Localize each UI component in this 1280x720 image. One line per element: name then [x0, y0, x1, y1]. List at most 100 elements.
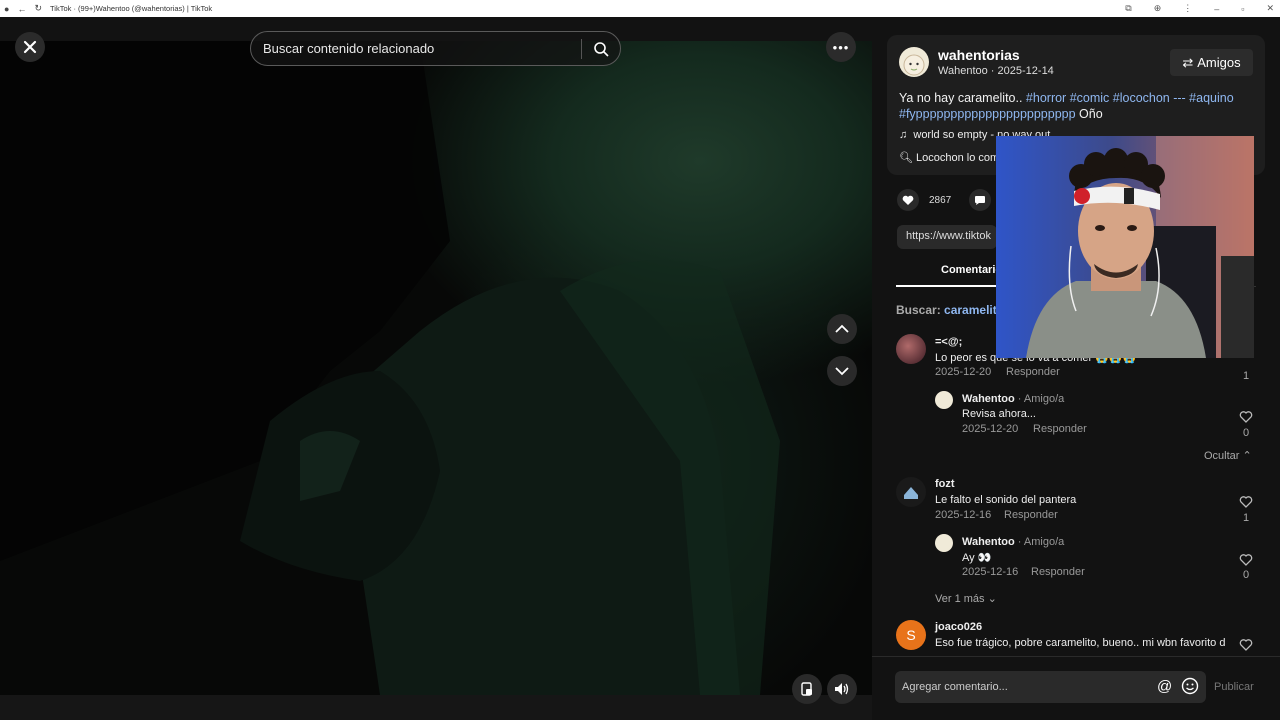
- friend-badge: · Amigo/a: [1014, 393, 1065, 405]
- close-icon: [23, 40, 37, 54]
- back-icon[interactable]: ←: [17, 4, 26, 14]
- related-text: Locochon lo com: [916, 152, 1000, 164]
- friends-label: Amigos: [1197, 55, 1241, 70]
- avatar-art: [903, 54, 925, 76]
- description-text: Ya no hay caramelito..: [899, 91, 1026, 105]
- reply-button[interactable]: Responder: [1004, 509, 1058, 521]
- volume-icon: [835, 683, 849, 695]
- music-note-icon: ♫: [899, 129, 908, 141]
- search-input[interactable]: Buscar contenido relacionado: [263, 41, 581, 56]
- swap-arrows-icon: ⇄: [1182, 54, 1194, 70]
- reply-user: Wahentoo: [962, 536, 1015, 548]
- reply-date: 2025-12-20: [962, 423, 1019, 435]
- reply-username[interactable]: Wahentoo · Amigo/a: [962, 536, 1064, 548]
- emoji-icon[interactable]: [1181, 677, 1199, 695]
- comment-date: 2025-12-20: [935, 366, 992, 378]
- maximize-button[interactable]: ▫: [1241, 4, 1244, 14]
- reply-avatar[interactable]: [935, 391, 953, 409]
- reply-text: Ay 👀: [962, 552, 992, 564]
- reply-button[interactable]: Responder: [1006, 366, 1060, 378]
- author-avatar[interactable]: [899, 47, 929, 77]
- translate-icon[interactable]: ⧉: [1125, 3, 1131, 14]
- volume-button[interactable]: [827, 674, 857, 704]
- hide-label: Ocultar: [1204, 450, 1240, 462]
- next-video-button[interactable]: [827, 356, 857, 386]
- zoom-icon[interactable]: ⊕: [1154, 3, 1162, 14]
- menu-icon[interactable]: ⋮: [1183, 3, 1192, 14]
- heart-outline-icon[interactable]: [1239, 495, 1253, 509]
- heart-outline-icon[interactable]: [1239, 553, 1253, 567]
- hashtags-line-2[interactable]: #fyppppppppppppppppppppppp: [899, 107, 1076, 121]
- reply-like-count: 0: [1242, 427, 1250, 439]
- comment-username[interactable]: =<@;: [935, 336, 962, 348]
- comment-date: 2025-12-16: [935, 509, 992, 521]
- reply-username[interactable]: Wahentoo · Amigo/a: [962, 393, 1064, 405]
- chevron-down-icon: ⌄: [987, 593, 997, 605]
- chevron-up-icon: [835, 324, 849, 333]
- commenter-avatar[interactable]: [896, 477, 926, 507]
- author-display-name: Wahentoo: [938, 65, 988, 77]
- post-actions: 2867 8: [897, 189, 1007, 211]
- video-bottom-strip: [0, 695, 872, 720]
- publish-button[interactable]: Publicar: [1214, 681, 1254, 693]
- avatar-art: [904, 487, 918, 499]
- mention-icon[interactable]: @: [1157, 678, 1172, 695]
- avatar-letter: S: [906, 627, 916, 643]
- close-player-button[interactable]: [15, 32, 45, 62]
- video-frame-art: [0, 41, 780, 695]
- close-window-button[interactable]: ✕: [1266, 3, 1274, 14]
- commenter-avatar[interactable]: S: [896, 620, 926, 650]
- reply-button[interactable]: Responder: [1031, 566, 1085, 578]
- heart-outline-icon[interactable]: [1239, 410, 1253, 424]
- webcam-overlay: [996, 136, 1254, 358]
- comment-username[interactable]: fozt: [935, 478, 955, 490]
- heart-outline-icon[interactable]: [1239, 638, 1253, 652]
- window-title: TikTok · (99+)Wahentoo (@wahentorias) | …: [49, 4, 213, 13]
- reply-date: 2025-12-16: [962, 566, 1019, 578]
- comment-like-count: 1: [1242, 370, 1250, 382]
- hashtags-line-1[interactable]: #horror #comic #locochon --- #aquino: [1026, 91, 1234, 105]
- more-options-button[interactable]: •••: [826, 32, 856, 62]
- more-label: Ver 1 más: [935, 593, 985, 605]
- tiktok-logo-icon: ●: [4, 3, 10, 14]
- footer-divider: [872, 656, 1280, 657]
- chevron-up-icon: ⌃: [1242, 450, 1252, 462]
- description-tail: Oño: [1075, 107, 1103, 121]
- comment-text: Eso fue trágico, pobre caramelito, bueno…: [935, 637, 1225, 649]
- reply-avatar[interactable]: [935, 534, 953, 552]
- pip-icon: [801, 682, 812, 696]
- reply-user: Wahentoo: [962, 393, 1015, 405]
- reply-text: Revisa ahora...: [962, 408, 1036, 420]
- commenter-avatar[interactable]: [896, 334, 926, 364]
- reply-button[interactable]: Responder: [1033, 423, 1087, 435]
- reload-icon[interactable]: ↻: [34, 3, 42, 14]
- comment-like-count: 1: [1242, 512, 1250, 524]
- related-search-link[interactable]: 🔍︎ Locochon lo com: [899, 151, 999, 164]
- share-link-field[interactable]: https://www.tiktok: [897, 225, 997, 249]
- floating-player-button[interactable]: [792, 674, 822, 704]
- streamer-image: [996, 136, 1254, 358]
- post-description: Ya no hay caramelito.. #horror #comic #l…: [899, 90, 1249, 122]
- search-prefix: Buscar:: [896, 303, 941, 317]
- previous-video-button[interactable]: [827, 314, 857, 344]
- comment-input-box[interactable]: Agregar comentario... @: [895, 671, 1206, 703]
- like-button[interactable]: [897, 189, 919, 211]
- video-player[interactable]: [0, 41, 872, 695]
- friends-button[interactable]: ⇄ Amigos: [1170, 49, 1253, 76]
- comment-search-label[interactable]: Buscar: caramelito: [896, 303, 1004, 317]
- comment-button[interactable]: [969, 189, 992, 211]
- heart-icon: [902, 195, 914, 205]
- minimize-button[interactable]: –: [1214, 4, 1219, 14]
- comment-icon: [975, 195, 986, 205]
- related-search-bar[interactable]: Buscar contenido relacionado: [250, 31, 621, 66]
- view-more-replies-button[interactable]: Ver 1 más ⌄: [935, 592, 997, 605]
- reply-like-count: 0: [1242, 569, 1250, 581]
- author-username[interactable]: wahentorias: [938, 47, 1020, 63]
- comment-text: Le falto el sonido del pantera: [935, 494, 1077, 506]
- comment-username[interactable]: joaco026: [935, 621, 982, 633]
- comment-input[interactable]: Agregar comentario...: [902, 681, 1008, 693]
- hide-replies-button[interactable]: Ocultar ⌃: [1204, 449, 1252, 462]
- search-button[interactable]: [582, 41, 620, 57]
- chevron-down-icon: [835, 367, 849, 376]
- post-date: 2025-12-14: [997, 65, 1054, 77]
